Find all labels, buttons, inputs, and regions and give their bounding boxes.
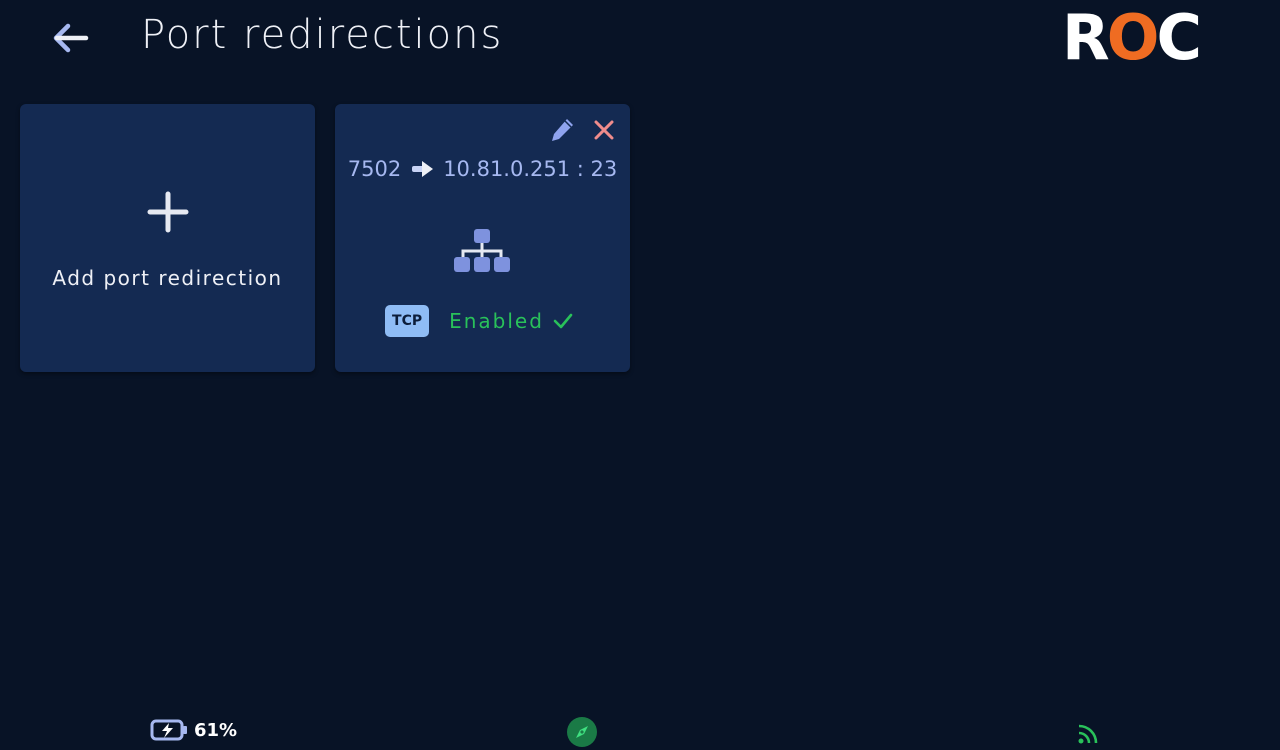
back-button[interactable] xyxy=(46,16,94,60)
signal-icon xyxy=(1078,724,1098,744)
plus-icon xyxy=(147,191,189,233)
add-port-redirection-card[interactable]: Add port redirection xyxy=(20,104,315,372)
network-icon xyxy=(454,229,510,272)
arrow-right-icon xyxy=(412,161,434,177)
compass-icon xyxy=(567,717,597,747)
logo: R O C xyxy=(1062,1,1202,74)
arrow-left-icon xyxy=(53,23,89,53)
port-mapping: 7502 10.81.0.251 : 23 xyxy=(335,157,630,181)
pencil-icon xyxy=(552,119,573,141)
page-title: Port redirections xyxy=(141,12,504,58)
delete-button[interactable] xyxy=(590,116,618,144)
close-icon xyxy=(594,120,614,140)
edit-button[interactable] xyxy=(548,116,576,144)
logo-letter-r: R xyxy=(1062,1,1110,74)
status-bar: 61% xyxy=(0,712,1280,750)
add-port-redirection-label: Add port redirection xyxy=(52,266,283,290)
port-redirection-card: 7502 10.81.0.251 : 23 TCP Enabled xyxy=(335,104,630,372)
header: Port redirections R O C xyxy=(0,0,1280,80)
status-text: Enabled xyxy=(449,309,544,333)
destination-address: 10.81.0.251 : 23 xyxy=(443,157,618,181)
battery-charging-icon xyxy=(150,719,187,741)
status-row: TCP Enabled xyxy=(335,305,630,337)
protocol-badge: TCP xyxy=(385,305,430,337)
battery-indicator: 61% xyxy=(150,718,237,742)
logo-letter-c: C xyxy=(1156,1,1201,74)
source-port: 7502 xyxy=(347,157,402,181)
battery-percent: 61% xyxy=(194,719,238,741)
logo-letter-o: O xyxy=(1106,1,1160,74)
check-icon xyxy=(553,313,573,329)
